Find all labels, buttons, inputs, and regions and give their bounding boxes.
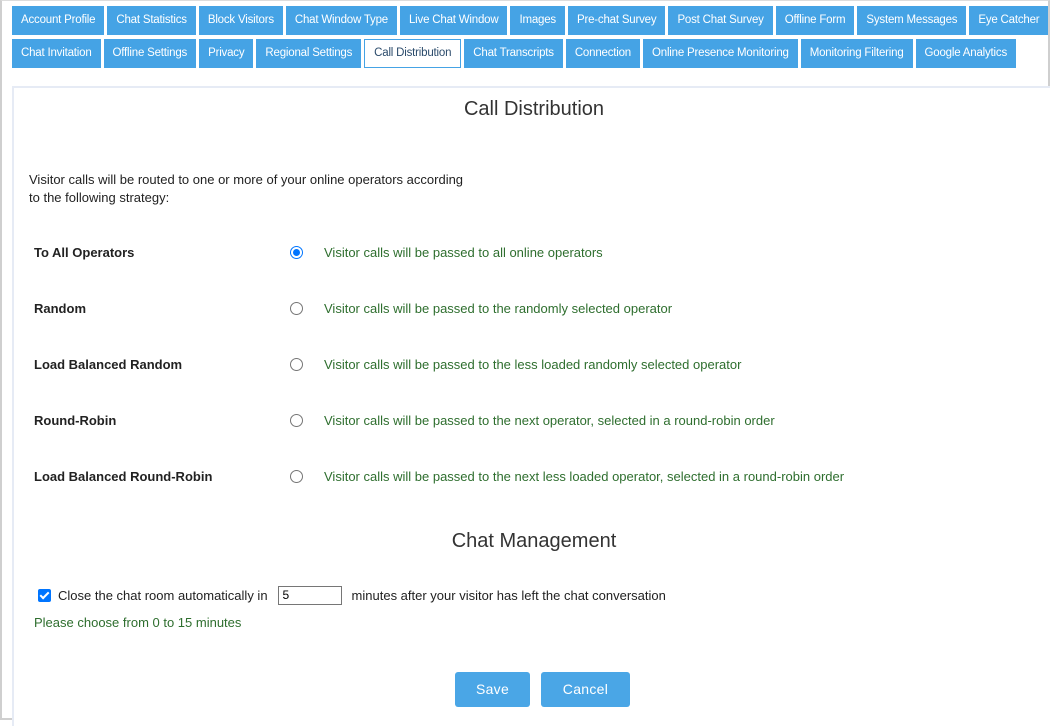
distribution-option: To All Operators Visitor calls will be pa…	[34, 243, 1014, 263]
tab-block-visitors[interactable]: Block Visitors	[198, 6, 283, 35]
tab-system-messages[interactable]: System Messages	[857, 6, 967, 35]
option-description: Visitor calls will be passed to the less…	[324, 357, 742, 372]
option-radio[interactable]	[290, 358, 303, 371]
tab-google-analytics[interactable]: Google Analytics	[915, 39, 1016, 68]
auto-close-row: Close the chat room automatically in min…	[38, 585, 666, 605]
option-label: Load Balanced Random	[34, 357, 183, 372]
option-label: Round-Robin	[34, 413, 117, 428]
auto-close-label-before: Close the chat room automatically in	[58, 587, 268, 603]
tab-images[interactable]: Images	[510, 6, 565, 35]
call-distribution-title: Call Distribution	[463, 98, 605, 120]
tab-chat-invitation[interactable]: Chat Invitation	[12, 39, 101, 68]
cancel-button[interactable]: Cancel	[541, 672, 630, 707]
option-description: Visitor calls will be passed to all onli…	[324, 245, 603, 260]
option-radio[interactable]	[290, 302, 303, 315]
auto-close-checkbox[interactable]	[38, 588, 51, 602]
distribution-option: Round-Robin Visitor calls will be passed …	[34, 411, 1014, 431]
option-description: Visitor calls will be passed to the next…	[324, 469, 845, 484]
tab-row-1: Account Profile Chat Statistics Block Visi…	[12, 6, 1050, 35]
tab-online-presence-monitoring[interactable]: Online Presence Monitoring	[643, 39, 798, 68]
option-radio[interactable]	[290, 470, 303, 483]
call-distribution-intro: Visitor calls will be routed to one or m…	[29, 172, 464, 205]
tab-eye-catcher[interactable]: Eye Catcher	[969, 6, 1049, 35]
tab-chat-statistics[interactable]: Chat Statistics	[107, 6, 196, 35]
option-description: Visitor calls will be passed to the rand…	[324, 301, 673, 316]
tab-chat-window-type[interactable]: Chat Window Type	[285, 6, 397, 35]
option-radio[interactable]	[290, 246, 303, 259]
tab-pre-chat-survey[interactable]: Pre-chat Survey	[567, 6, 666, 35]
tab-offline-form[interactable]: Offline Form	[775, 6, 855, 35]
distribution-option: Load Balanced Round-Robin Visitor calls w…	[34, 467, 1014, 487]
call-distribution-panel: Call Distribution Visitor calls will be …	[12, 86, 1050, 726]
tab-chat-transcripts[interactable]: Chat Transcripts	[464, 39, 563, 68]
tab-live-chat-window[interactable]: Live Chat Window	[399, 6, 508, 35]
option-label: Load Balanced Round-Robin	[34, 469, 213, 484]
option-label: To All Operators	[34, 245, 135, 260]
tab-row-2: Chat Invitation Offline Settings Privacy Re…	[12, 39, 1050, 68]
tab-monitoring-filtering[interactable]: Monitoring Filtering	[800, 39, 913, 68]
distribution-option: Random Visitor calls will be passed to th…	[34, 299, 1014, 319]
tab-connection[interactable]: Connection	[565, 39, 641, 68]
option-label: Random	[34, 301, 86, 316]
tab-account-profile[interactable]: Account Profile	[12, 6, 105, 35]
chat-management-title: Chat Management	[451, 530, 617, 552]
tab-call-distribution[interactable]: Call Distribution	[364, 39, 462, 68]
option-description: Visitor calls will be passed to the next…	[324, 413, 775, 428]
tab-privacy[interactable]: Privacy	[199, 39, 254, 68]
tab-post-chat-survey[interactable]: Post Chat Survey	[668, 6, 773, 35]
auto-close-minutes-input[interactable]	[277, 585, 342, 605]
settings-tabs: Account Profile Chat Statistics Block Visi…	[12, 6, 1050, 72]
tab-offline-settings[interactable]: Offline Settings	[103, 39, 197, 68]
page-frame: Account Profile Chat Statistics Block Visi…	[0, 0, 1050, 726]
distribution-option: Load Balanced Random Visitor calls will b…	[34, 355, 1014, 375]
minutes-hint: Please choose from 0 to 15 minutes	[34, 615, 242, 630]
auto-close-label-after: minutes after your visitor has left the …	[351, 587, 666, 603]
tab-regional-settings[interactable]: Regional Settings	[256, 39, 362, 68]
option-radio[interactable]	[290, 414, 303, 427]
save-button[interactable]: Save	[455, 672, 530, 707]
